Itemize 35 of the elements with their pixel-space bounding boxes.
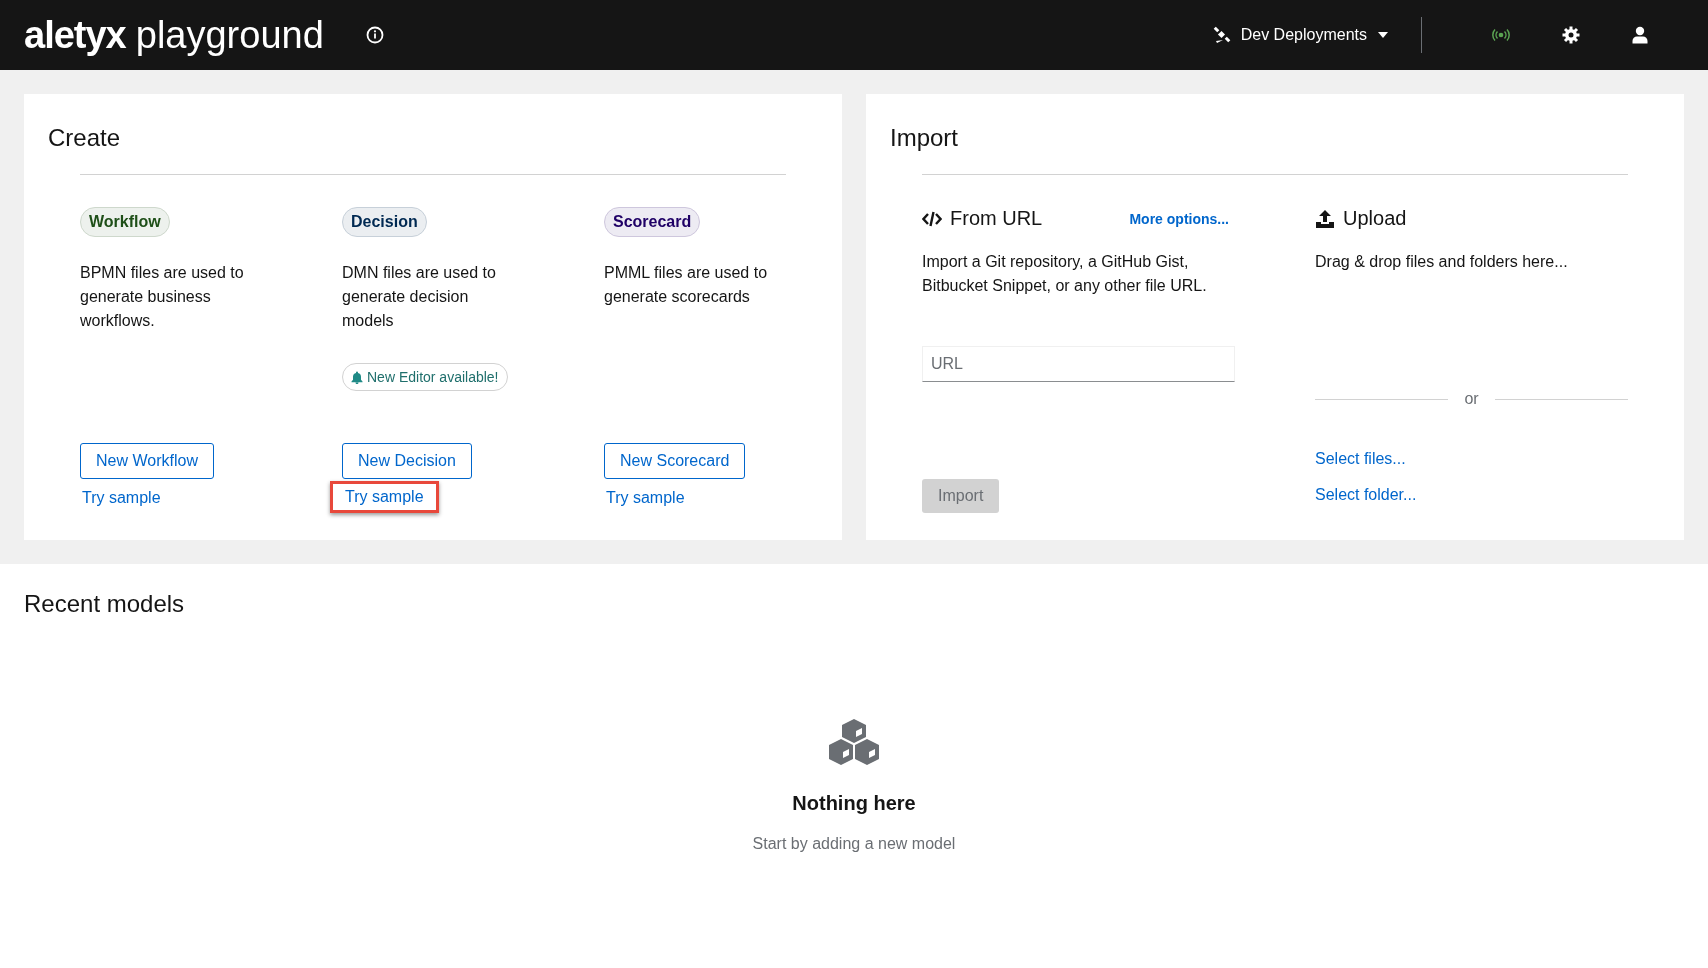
empty-state-text: Start by adding a new model <box>752 835 956 853</box>
description-text: BPMN files are used to generate business workflows. <box>80 263 245 331</box>
brand-logo: aletyx <box>24 13 126 57</box>
deployments-dropdown[interactable]: Dev Deployments <box>1204 20 1397 50</box>
badge-label: New Editor available! <box>367 369 499 385</box>
bell-icon <box>351 370 363 384</box>
caret-icon <box>1377 31 1389 39</box>
description-text: Drag & drop files and folders here... <box>1315 252 1569 272</box>
code-icon <box>922 210 942 227</box>
card-title: Import <box>890 123 959 153</box>
product-name: playground <box>135 13 324 57</box>
select-files-link[interactable]: Select files... <box>1315 444 1406 474</box>
model-type-tag: Decision <box>342 207 427 237</box>
new-model-button[interactable]: New Decision <box>342 443 472 479</box>
empty-state-title: Nothing here <box>792 792 916 815</box>
try-sample-link[interactable]: Try sample <box>604 481 687 513</box>
new-model-button[interactable]: New Scorecard <box>604 443 746 479</box>
select-folder-link[interactable]: Select folder... <box>1315 480 1417 510</box>
section-title: Recent models <box>24 590 186 618</box>
section-title: Upload <box>1343 207 1407 230</box>
cubes-icon <box>826 718 882 768</box>
section-title: From URL <box>950 207 1043 230</box>
upload-icon <box>1315 208 1335 229</box>
satellite-icon <box>1212 26 1231 44</box>
card-title: Create <box>48 123 122 153</box>
description-text: PMML files are used to generate scorecards <box>604 263 769 307</box>
new-model-button[interactable]: New Workflow <box>80 443 214 479</box>
description-text: DMN files are used to generate decision models <box>342 263 497 331</box>
description-text: Import a Git repository, a GitHub Gist, Bitbucket Snippet, or any other file URL. <box>922 252 1208 296</box>
or-text: or <box>1464 390 1479 408</box>
model-type-tag: Scorecard <box>604 207 701 237</box>
try-sample-link[interactable]: Try sample <box>80 481 163 513</box>
model-type-tag: Workflow <box>80 207 170 237</box>
info-icon[interactable] <box>365 26 384 44</box>
try-sample-link[interactable]: Try sample <box>330 481 439 513</box>
